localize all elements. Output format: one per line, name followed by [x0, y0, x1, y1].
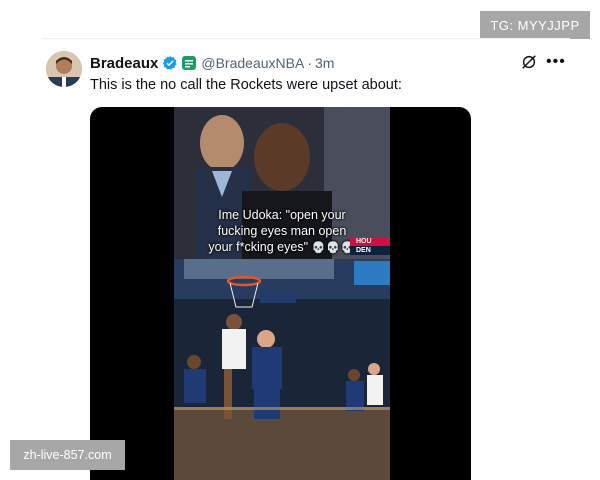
verified-badge-icon — [163, 56, 177, 70]
video-still — [174, 107, 390, 480]
tg-watermark: TG: MYYJJPP — [480, 11, 590, 39]
display-name[interactable]: Bradeaux — [90, 55, 158, 72]
scorebug-team-2: DEN — [350, 246, 390, 255]
video-player[interactable]: Ime Udoka: "open your fucking eyes man o… — [90, 107, 471, 480]
tweet-header: Bradeaux @BradeauxNBA · 3m — [90, 53, 334, 73]
avatar[interactable] — [46, 51, 82, 87]
scorebug-team-1: HOU — [350, 237, 390, 246]
handle[interactable]: @BradeauxNBA — [201, 55, 304, 71]
tg-watermark-text: TG: MYYJJPP — [490, 17, 580, 33]
tweet-text: This is the no call the Rockets were ups… — [90, 77, 402, 93]
more-icon[interactable]: ••• — [546, 53, 566, 71]
timestamp[interactable]: 3m — [315, 55, 334, 71]
site-watermark: zh-live-857.com — [10, 440, 125, 470]
scorebug: HOU DEN — [350, 237, 390, 255]
skull-emoji: 💀💀💀 — [311, 242, 356, 254]
separator-dot: · — [307, 55, 312, 71]
tweet-card[interactable]: Bradeaux @BradeauxNBA · 3m ••• This is t… — [42, 38, 570, 480]
caption-line-3: your f*cking eyes" — [208, 240, 309, 254]
affiliate-badge-icon — [182, 56, 197, 70]
site-watermark-text: zh-live-857.com — [23, 448, 112, 462]
video-frame[interactable]: Ime Udoka: "open your fucking eyes man o… — [174, 107, 390, 480]
grok-icon[interactable] — [520, 53, 538, 71]
caption-line-1: Ime Udoka: "open your — [218, 208, 346, 222]
